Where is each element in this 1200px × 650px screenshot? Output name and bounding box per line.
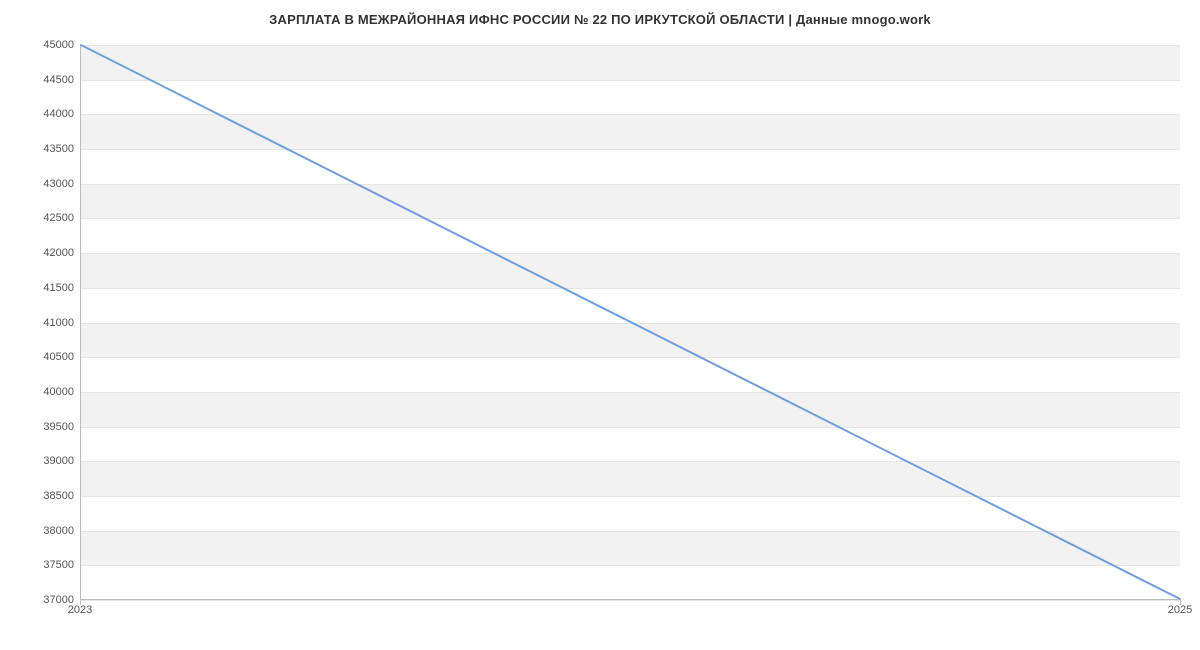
plot-area (80, 45, 1180, 600)
gridline-y (81, 600, 1180, 601)
y-tick-label: 44500 (14, 74, 74, 86)
y-tick-label: 42500 (14, 212, 74, 224)
chart-container: ЗАРПЛАТА В МЕЖРАЙОННАЯ ИФНС РОССИИ № 22 … (0, 0, 1200, 650)
y-tick-label: 41500 (14, 282, 74, 294)
y-tick-label: 40500 (14, 351, 74, 363)
x-tick-label: 2025 (1168, 604, 1192, 616)
y-tick-label: 39000 (14, 455, 74, 467)
y-tick-label: 45000 (14, 39, 74, 51)
y-tick-label: 43500 (14, 143, 74, 155)
y-tick-label: 42000 (14, 247, 74, 259)
y-tick-label: 37000 (14, 594, 74, 606)
y-tick-label: 38500 (14, 490, 74, 502)
line-series (81, 45, 1180, 599)
y-tick-label: 39500 (14, 421, 74, 433)
y-tick-label: 40000 (14, 386, 74, 398)
y-tick-label: 44000 (14, 108, 74, 120)
chart-title: ЗАРПЛАТА В МЕЖРАЙОННАЯ ИФНС РОССИИ № 22 … (0, 12, 1200, 27)
y-tick-label: 37500 (14, 559, 74, 571)
y-tick-label: 43000 (14, 178, 74, 190)
y-tick-label: 41000 (14, 317, 74, 329)
y-tick-label: 38000 (14, 525, 74, 537)
x-tick-label: 2023 (68, 604, 92, 616)
